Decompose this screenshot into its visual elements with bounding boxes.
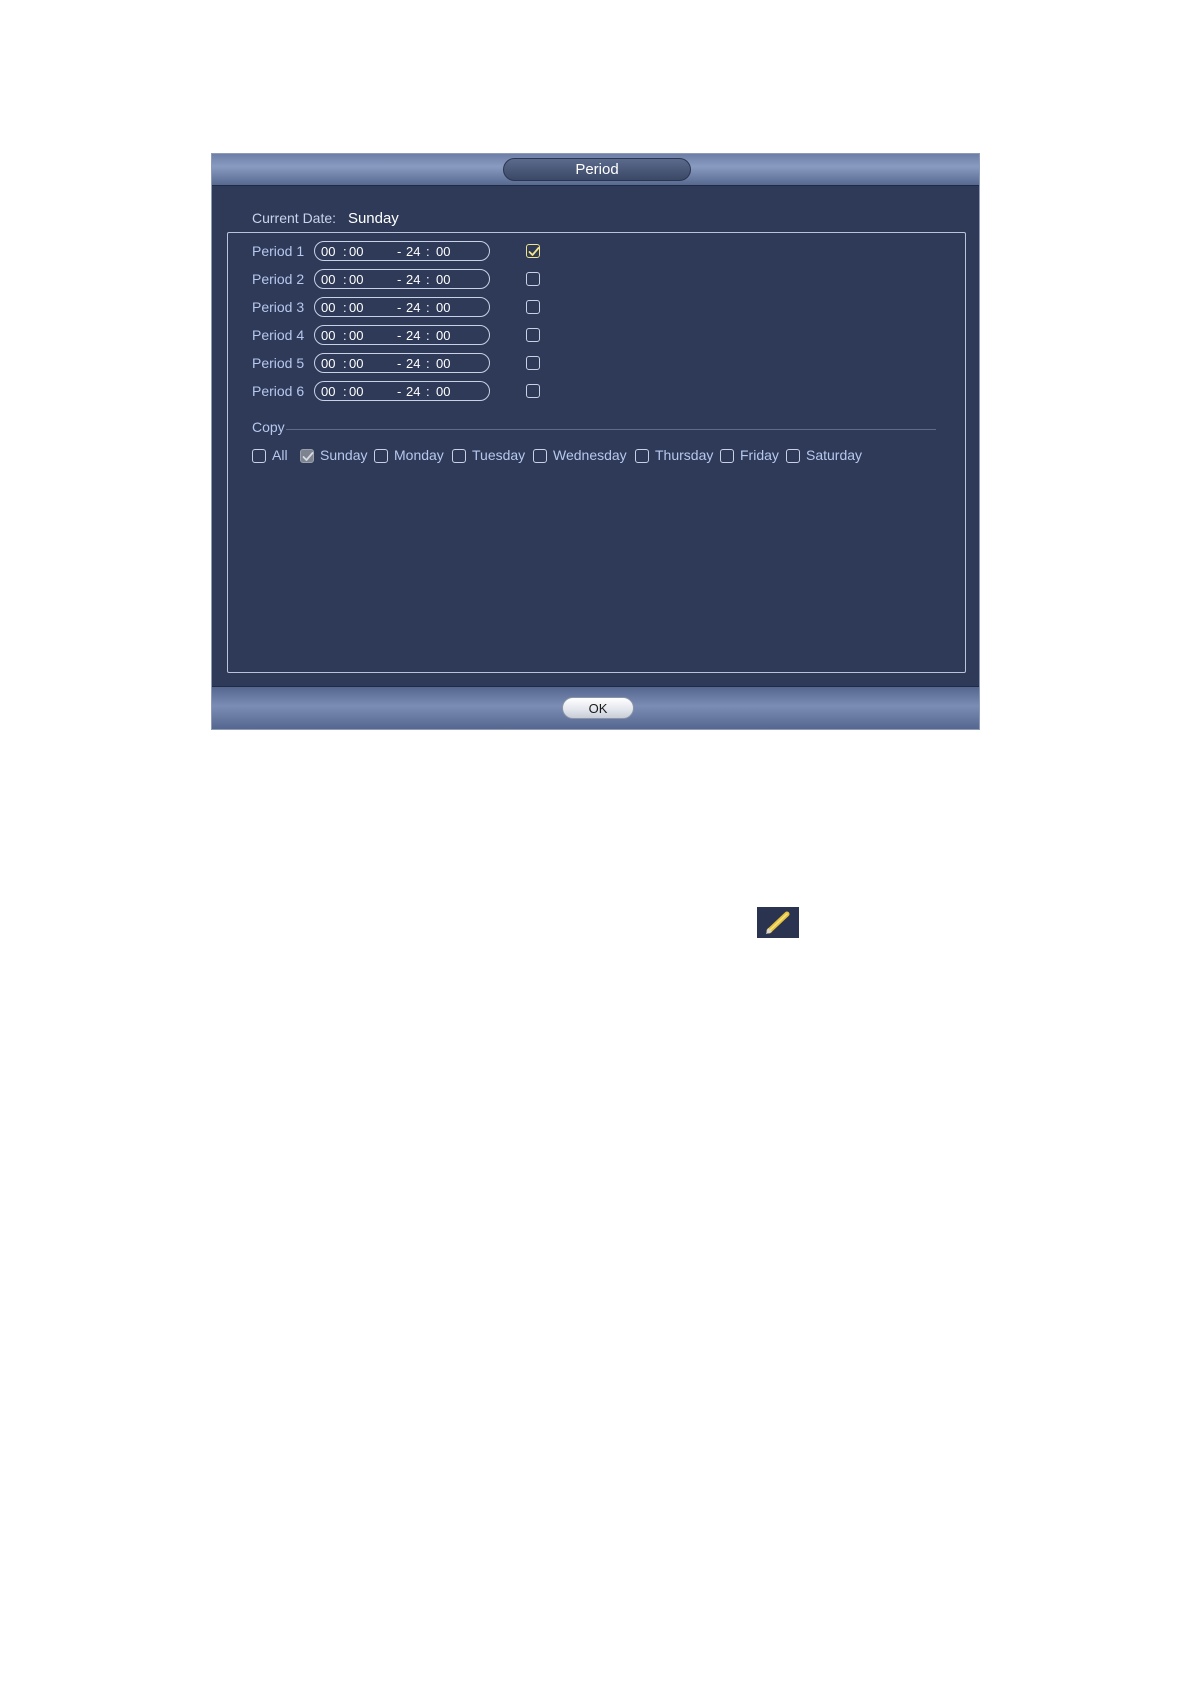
period-row: Period 1 00:00-24:00 — [252, 241, 752, 263]
period-row: Period 2 00:00-24:00 — [252, 269, 752, 291]
start-minute[interactable]: 00 — [349, 384, 363, 399]
end-minute[interactable]: 00 — [436, 356, 450, 371]
end-hour[interactable]: 24 — [406, 272, 420, 287]
copy-day-label: Tuesday — [472, 447, 526, 463]
time-separator: : — [343, 328, 347, 343]
start-minute[interactable]: 00 — [349, 300, 363, 315]
time-separator: : — [343, 244, 347, 259]
start-hour[interactable]: 00 — [321, 356, 335, 371]
copy-day-label: Wednesday — [553, 447, 627, 463]
copy-day-checkbox[interactable] — [533, 449, 547, 463]
start-hour[interactable]: 00 — [321, 244, 335, 259]
copy-day-label: Sunday — [320, 447, 368, 463]
period-time-field[interactable]: 00:00-24:00 — [314, 297, 490, 317]
period-time-field[interactable]: 00:00-24:00 — [314, 353, 490, 373]
time-separator: : — [343, 272, 347, 287]
copy-days-row: All Sunday Monday Tuesday Wednesday Thursday F… — [252, 446, 952, 466]
start-hour[interactable]: 00 — [321, 300, 335, 315]
end-minute[interactable]: 00 — [436, 244, 450, 259]
range-dash: - — [397, 244, 402, 259]
range-dash: - — [397, 356, 402, 371]
end-minute[interactable]: 00 — [436, 384, 450, 399]
time-separator: : — [343, 300, 347, 315]
period-label: Period 4 — [252, 327, 305, 343]
dialog-title: Period — [503, 158, 691, 181]
copy-day-label: Thursday — [655, 447, 714, 463]
period-label: Period 6 — [252, 383, 305, 399]
range-dash: - — [397, 384, 402, 399]
end-minute[interactable]: 00 — [436, 272, 450, 287]
period-enable-checkbox[interactable] — [526, 272, 540, 286]
current-date: Current Date: Sunday — [252, 210, 399, 227]
period-enable-checkbox[interactable] — [526, 328, 540, 342]
time-separator: : — [426, 272, 430, 287]
ok-button[interactable]: OK — [562, 697, 634, 719]
start-minute[interactable]: 00 — [349, 356, 363, 371]
range-dash: - — [397, 328, 402, 343]
copy-day-label: All — [272, 447, 288, 463]
copy-day-label: Friday — [740, 447, 779, 463]
dialog-titlebar: Period — [212, 154, 979, 186]
range-dash: - — [397, 272, 402, 287]
time-separator: : — [426, 356, 430, 371]
period-row: Period 5 00:00-24:00 — [252, 353, 752, 375]
period-label: Period 5 — [252, 355, 305, 371]
period-enable-checkbox[interactable] — [526, 244, 540, 258]
end-hour[interactable]: 24 — [406, 384, 420, 399]
current-date-value: Sunday — [347, 210, 399, 227]
copy-day-label: Monday — [394, 447, 444, 463]
start-minute[interactable]: 00 — [349, 328, 363, 343]
copy-day-checkbox[interactable] — [452, 449, 466, 463]
pencil-icon — [757, 907, 799, 938]
end-hour[interactable]: 24 — [406, 300, 420, 315]
copy-day-checkbox[interactable] — [720, 449, 734, 463]
period-time-field[interactable]: 00:00-24:00 — [314, 269, 490, 289]
current-date-label: Current Date: — [252, 210, 337, 226]
end-minute[interactable]: 00 — [436, 300, 450, 315]
period-time-field[interactable]: 00:00-24:00 — [314, 325, 490, 345]
start-minute[interactable]: 00 — [349, 244, 363, 259]
period-label: Period 2 — [252, 271, 305, 287]
end-hour[interactable]: 24 — [406, 356, 420, 371]
time-separator: : — [426, 300, 430, 315]
time-separator: : — [426, 244, 430, 259]
time-separator: : — [426, 384, 430, 399]
period-enable-checkbox[interactable] — [526, 356, 540, 370]
period-dialog: Period Current Date: Sunday Period 1 00:0… — [211, 153, 980, 730]
range-dash: - — [397, 300, 402, 315]
copy-day-checkbox[interactable] — [635, 449, 649, 463]
period-enable-checkbox[interactable] — [526, 384, 540, 398]
period-time-field[interactable]: 00:00-24:00 — [314, 381, 490, 401]
period-label: Period 3 — [252, 299, 305, 315]
dialog-footer: OK — [212, 686, 979, 729]
copy-day-checkbox[interactable] — [300, 449, 314, 463]
period-label: Period 1 — [252, 243, 305, 259]
copy-day-checkbox[interactable] — [252, 449, 266, 463]
start-minute[interactable]: 00 — [349, 272, 363, 287]
time-separator: : — [426, 328, 430, 343]
time-separator: : — [343, 356, 347, 371]
copy-day-label: Saturday — [806, 447, 863, 463]
copy-day-checkbox[interactable] — [786, 449, 800, 463]
start-hour[interactable]: 00 — [321, 328, 335, 343]
end-hour[interactable]: 24 — [406, 244, 420, 259]
end-hour[interactable]: 24 — [406, 328, 420, 343]
period-row: Period 4 00:00-24:00 — [252, 325, 752, 347]
copy-label: Copy — [252, 419, 285, 435]
period-row: Period 6 00:00-24:00 — [252, 381, 752, 403]
time-separator: : — [343, 384, 347, 399]
period-time-field[interactable]: 00:00-24:00 — [314, 241, 490, 261]
copy-divider — [286, 429, 936, 430]
period-enable-checkbox[interactable] — [526, 300, 540, 314]
start-hour[interactable]: 00 — [321, 272, 335, 287]
period-row: Period 3 00:00-24:00 — [252, 297, 752, 319]
period-settings-panel: Period 1 00:00-24:00 Period 2 00:00-24:00 Pe… — [227, 232, 966, 673]
copy-day-checkbox[interactable] — [374, 449, 388, 463]
start-hour[interactable]: 00 — [321, 384, 335, 399]
end-minute[interactable]: 00 — [436, 328, 450, 343]
